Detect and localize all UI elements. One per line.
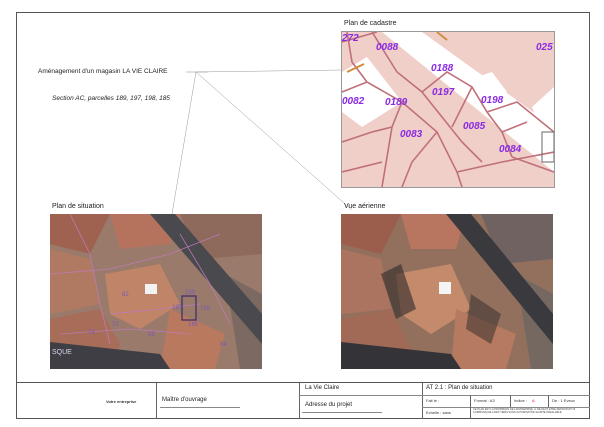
- parcel-0198: 0198: [481, 95, 504, 106]
- situation-street-label: SQUE: [52, 349, 72, 356]
- echelle-field: Echelle : sans: [426, 410, 451, 415]
- situation-parcel-185: 185: [188, 322, 199, 328]
- parcel-0082: 0082: [342, 96, 365, 107]
- owner-underline: [160, 407, 240, 408]
- aerial-drawing: [341, 214, 553, 369]
- legal-note: CE PLAN EST LA PROPRIETE DE L'ENTREPRISE…: [473, 408, 576, 414]
- indice-label: Indice :: [514, 398, 527, 403]
- project-name: La Vie Claire: [305, 385, 340, 391]
- situation-parcel-73: 73: [88, 330, 95, 336]
- aerial-map: [341, 214, 553, 369]
- situation-parcel-189: 189: [185, 290, 196, 296]
- aerienne-label: Vue aérienne: [344, 203, 386, 210]
- divider: [299, 383, 300, 419]
- divider: [156, 383, 157, 419]
- divider: [470, 407, 471, 419]
- situation-label: Plan de situation: [52, 203, 104, 210]
- owner-field: Maître d'ouvrage: [162, 397, 207, 403]
- cadastre-map: 272 0088 025 0188 0082 0189 0197 0198 00…: [341, 31, 555, 188]
- project-parcels: Section AC, parcelles 189, 197, 198, 185: [52, 95, 170, 102]
- parcel-0197: 0197: [432, 87, 455, 98]
- parcel-0083: 0083: [400, 129, 423, 140]
- leader-line-cadastre: [195, 69, 343, 73]
- parcel-0189: 0189: [385, 97, 408, 108]
- divider: [422, 383, 423, 419]
- situation-parcel-83: 83: [148, 332, 155, 338]
- divider-h: [422, 395, 590, 396]
- situation-parcel-84: 84: [220, 342, 227, 348]
- indice-value: A: [532, 398, 535, 403]
- leader-line-situation: [171, 71, 197, 215]
- parcel-025: 025: [536, 42, 553, 53]
- leader-line-aerienne: [195, 71, 353, 211]
- parcel-0085: 0085: [463, 121, 486, 132]
- parcel-272: 272: [342, 33, 359, 44]
- project-address: Adresse du projet: [305, 402, 353, 408]
- company-name: Votre entreprise: [106, 399, 137, 404]
- divider: [548, 395, 549, 407]
- divider: [470, 395, 471, 407]
- cadastre-label: Plan de cadastre: [344, 20, 397, 27]
- parcel-0188: 0188: [431, 63, 454, 74]
- document-title: AT 2.1 : Plan de situation: [426, 385, 493, 391]
- project-description: Aménagement d'un magasin LA VIE CLAIRE: [38, 68, 168, 75]
- fait-le-field: Fait le :: [426, 398, 440, 403]
- parcel-0088: 0088: [376, 42, 399, 53]
- situation-parcel-198: 198: [200, 306, 211, 312]
- situation-drawing: 189 197 198 185 73 72 82 83 84 SQUE: [50, 214, 262, 369]
- page-field: De : 1 Eveux: [552, 398, 575, 403]
- format-field: Format : A3: [474, 398, 495, 403]
- situation-parcel-82: 82: [122, 292, 129, 298]
- address-underline: [302, 412, 382, 413]
- title-block: Votre entreprise Maître d'ouvrage La Vie…: [16, 382, 590, 419]
- parcel-0084: 0084: [499, 144, 522, 155]
- divider-h: [299, 395, 422, 396]
- divider: [510, 395, 511, 407]
- situation-parcel-72: 72: [112, 322, 119, 328]
- situation-parcel-197: 197: [172, 305, 183, 311]
- cadastre-drawing: 272 0088 025 0188 0082 0189 0197 0198 00…: [342, 32, 554, 187]
- situation-map: 189 197 198 185 73 72 82 83 84 SQUE: [50, 214, 262, 369]
